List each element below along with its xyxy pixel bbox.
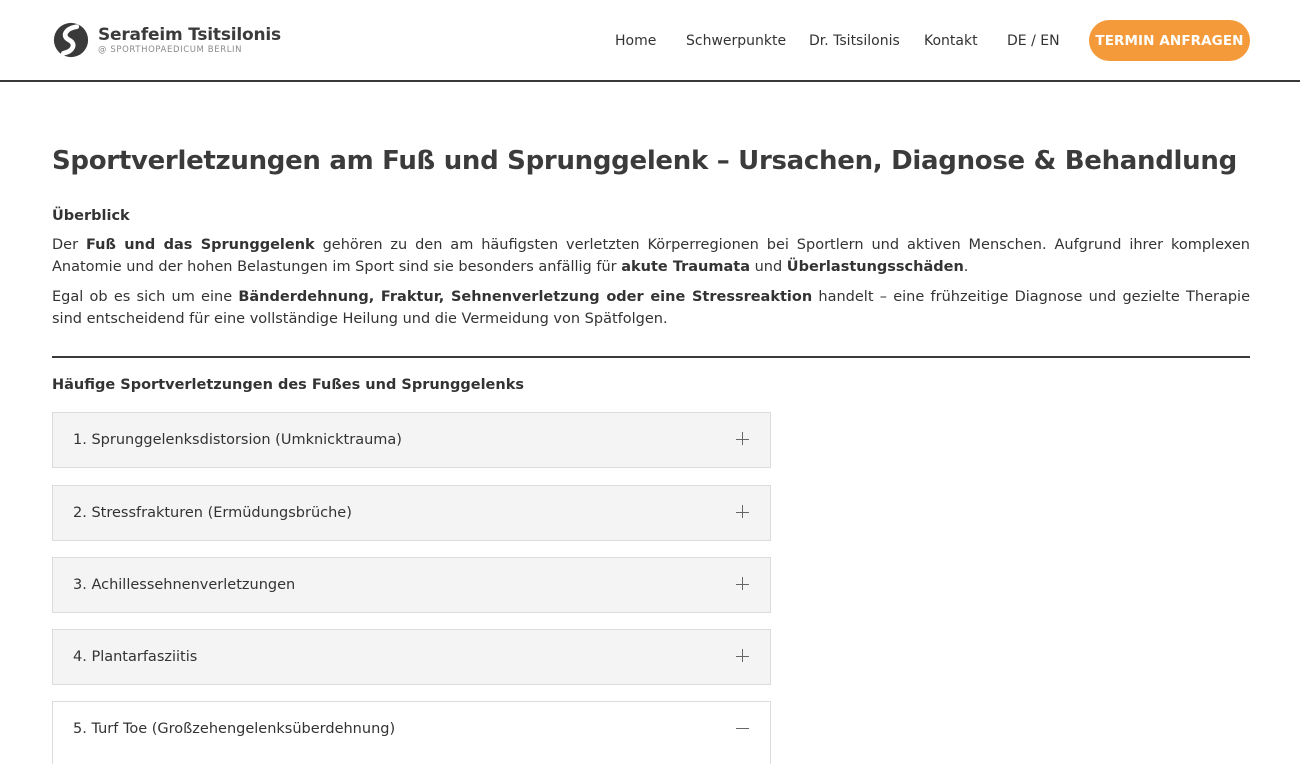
intro-paragraph-2: Egal ob es sich um eine Bänderdehnung, F… [52,289,1250,327]
nav-kontakt[interactable]: Kontakt [924,31,978,51]
accordion-label: 3. Achillessehnenverletzungen [73,577,296,593]
accordion-item-1[interactable]: 1. Sprunggelenksdistorsion (Umknicktraum… [52,412,771,468]
nav-dr-tsitsilonis[interactable]: Dr. Tsitsilonis [809,31,900,51]
plus-icon[interactable] [736,577,750,591]
site-header: Serafeim Tsitsilonis @ SPORTHOPAEDICUM B… [0,0,1300,82]
overview-heading: Überblick [52,208,130,224]
page-title: Sportverletzungen am Fuß und Sprunggelen… [52,146,1237,176]
accordion-label: 1. Sprunggelenksdistorsion (Umknicktraum… [73,432,402,448]
plus-icon[interactable] [736,432,750,446]
nav-schwerpunkte[interactable]: Schwerpunkte [686,31,786,51]
minus-icon[interactable] [736,721,750,735]
accordion-item-5[interactable]: 5. Turf Toe (Großzehengelenksüberdehnung… [52,701,771,764]
accordion-label: 2. Stressfrakturen (Ermüdungsbrüche) [73,505,352,521]
plus-icon[interactable] [736,649,750,663]
section-divider [52,356,1250,358]
accordion-label: 4. Plantarfasziitis [73,649,198,665]
accordion-item-2[interactable]: 2. Stressfrakturen (Ermüdungsbrüche) [52,485,771,541]
intro-paragraph-1: Der Fuß und das Sprunggelenk gehören zu … [52,237,1250,275]
nav-home[interactable]: Home [615,31,656,51]
plus-icon[interactable] [736,505,750,519]
injuries-section-heading: Häufige Sportverletzungen des Fußes und … [52,377,524,393]
appointment-request-button[interactable]: TERMIN ANFRAGEN [1089,20,1250,61]
language-switcher[interactable]: DE / EN [1007,31,1060,51]
accordion-item-4[interactable]: 4. Plantarfasziitis [52,629,771,685]
accordion-label: 5. Turf Toe (Großzehengelenksüberdehnung… [73,721,396,737]
accordion-item-3[interactable]: 3. Achillessehnenverletzungen [52,557,771,613]
